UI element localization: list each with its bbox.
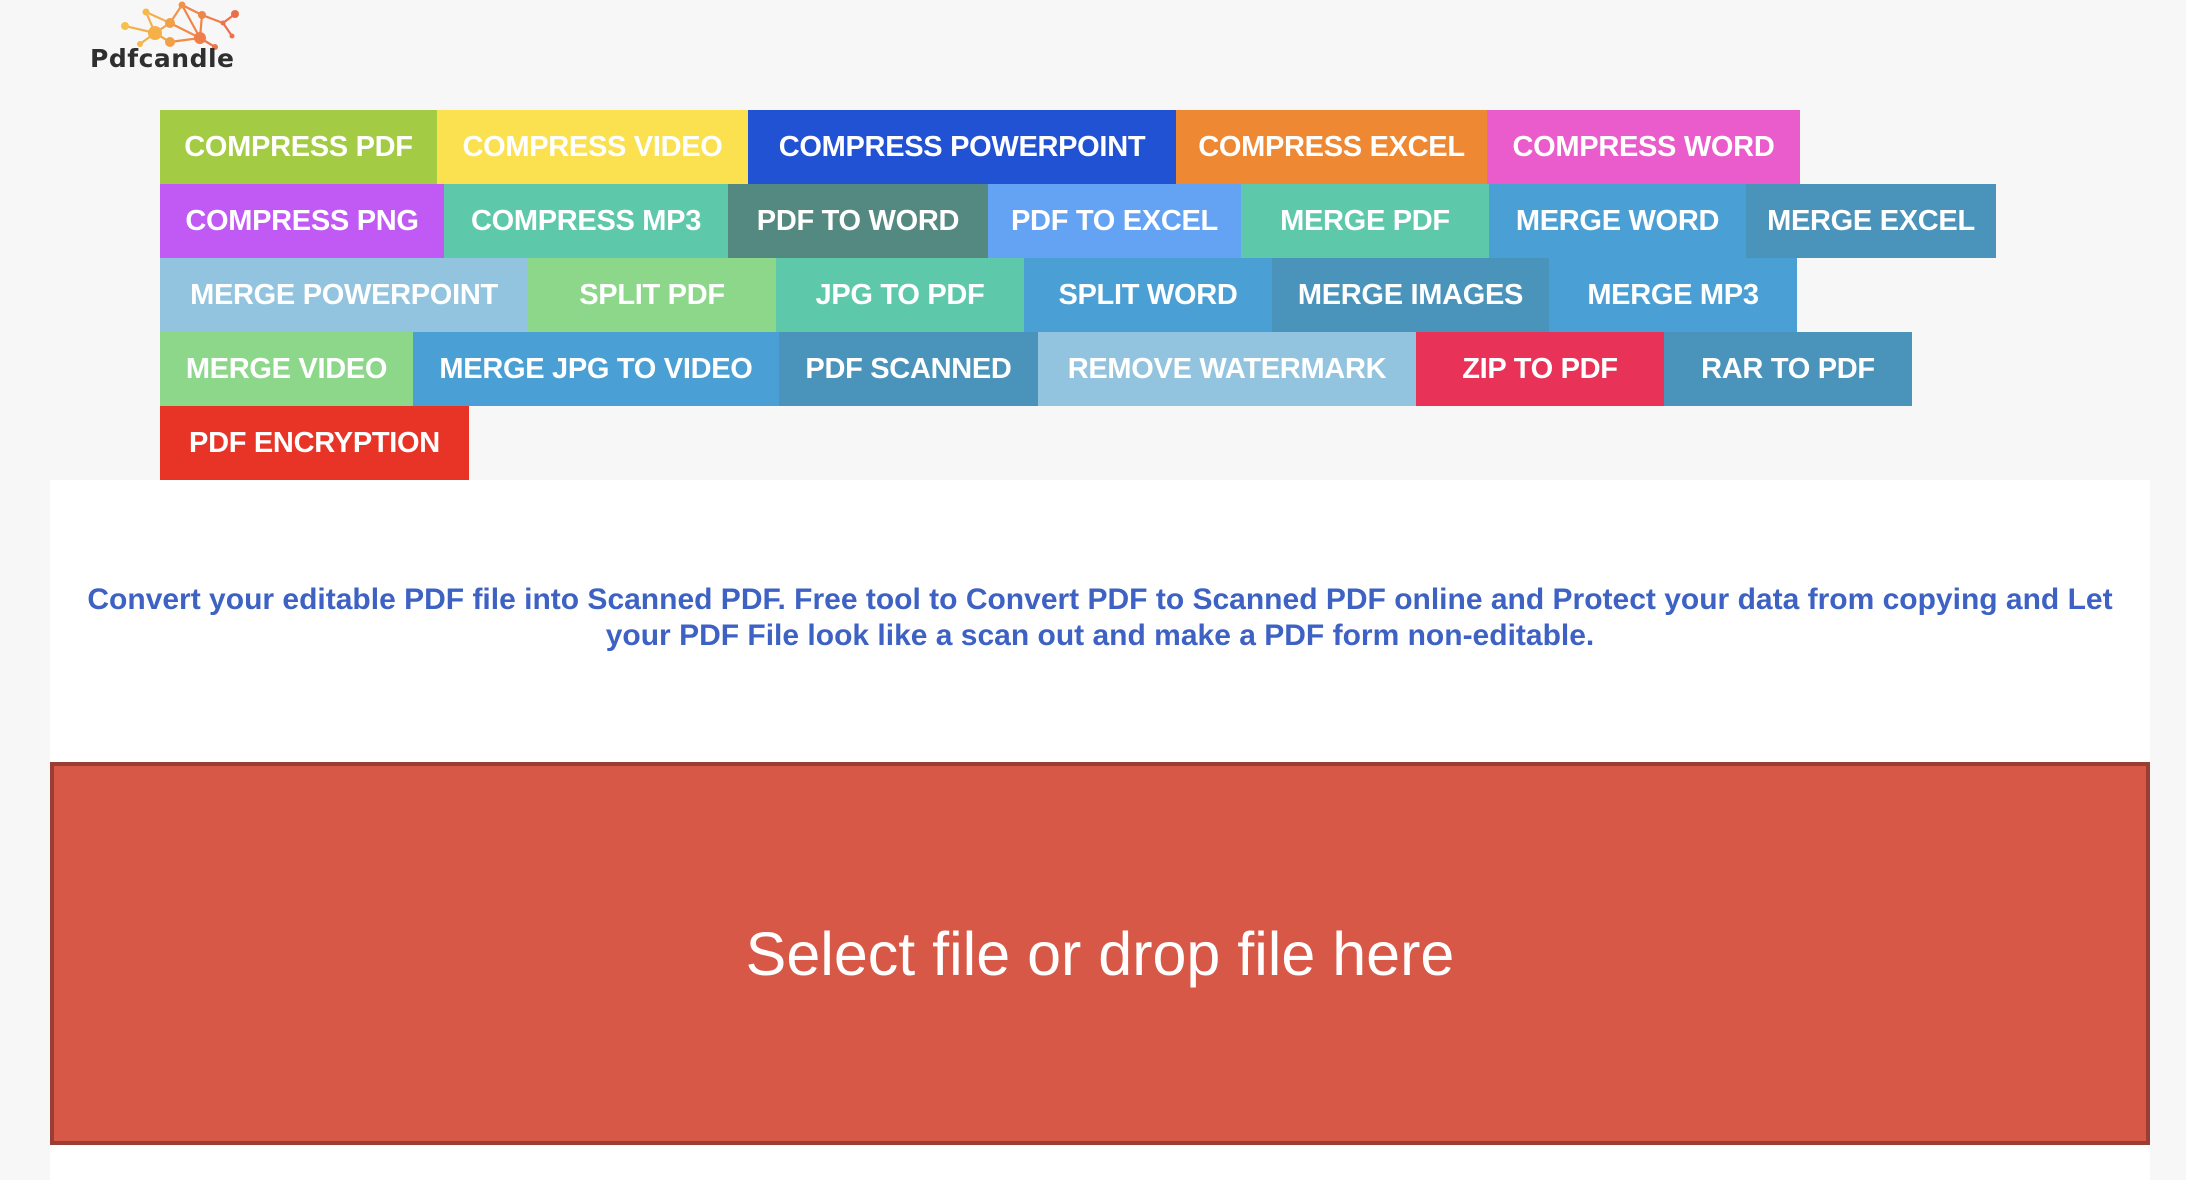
tool-link-zip-to-pdf[interactable]: ZIP TO PDF — [1416, 332, 1664, 406]
tool-link-pdf-encryption[interactable]: PDF ENCRYPTION — [160, 406, 469, 480]
tool-link-pdf-scanned[interactable]: PDF SCANNED — [779, 332, 1038, 406]
tool-link-compress-excel[interactable]: COMPRESS EXCEL — [1176, 110, 1487, 184]
tool-link-merge-jpg-to-video[interactable]: MERGE JPG TO VIDEO — [413, 332, 779, 406]
tool-link-merge-video[interactable]: MERGE VIDEO — [160, 332, 413, 406]
tool-link-merge-images[interactable]: MERGE IMAGES — [1272, 258, 1549, 332]
tool-link-compress-word[interactable]: COMPRESS WORD — [1487, 110, 1800, 184]
tool-link-rar-to-pdf[interactable]: RAR TO PDF — [1664, 332, 1912, 406]
tool-link-merge-word[interactable]: MERGE WORD — [1489, 184, 1746, 258]
tool-link-remove-watermark[interactable]: REMOVE WATERMARK — [1038, 332, 1416, 406]
tool-link-compress-pdf[interactable]: COMPRESS PDF — [160, 110, 437, 184]
tool-link-compress-video[interactable]: COMPRESS VIDEO — [437, 110, 748, 184]
tool-link-compress-powerpoint[interactable]: COMPRESS POWERPOINT — [748, 110, 1176, 184]
tool-description: Convert your editable PDF file into Scan… — [87, 583, 2113, 652]
tool-link-compress-png[interactable]: COMPRESS PNG — [160, 184, 444, 258]
tool-link-merge-pdf[interactable]: MERGE PDF — [1241, 184, 1489, 258]
dropzone-label: Select file or drop file here — [745, 919, 1455, 988]
main-card: Convert your editable PDF file into Scan… — [50, 480, 2150, 1180]
tool-link-merge-mp3[interactable]: MERGE MP3 — [1549, 258, 1797, 332]
tool-link-split-pdf[interactable]: SPLIT PDF — [528, 258, 776, 332]
tool-link-jpg-to-pdf[interactable]: JPG TO PDF — [776, 258, 1024, 332]
file-dropzone[interactable]: Select file or drop file here — [50, 762, 2150, 1145]
tools-nav: COMPRESS PDF COMPRESS VIDEO COMPRESS POWER… — [0, 0, 2186, 480]
tool-link-merge-powerpoint[interactable]: MERGE POWERPOINT — [160, 258, 528, 332]
tool-link-pdf-to-excel[interactable]: PDF TO EXCEL — [988, 184, 1241, 258]
tool-link-split-word[interactable]: SPLIT WORD — [1024, 258, 1272, 332]
tool-link-compress-mp3[interactable]: COMPRESS MP3 — [444, 184, 728, 258]
tool-link-merge-excel[interactable]: MERGE EXCEL — [1746, 184, 1996, 258]
tool-link-pdf-to-word[interactable]: PDF TO WORD — [728, 184, 988, 258]
